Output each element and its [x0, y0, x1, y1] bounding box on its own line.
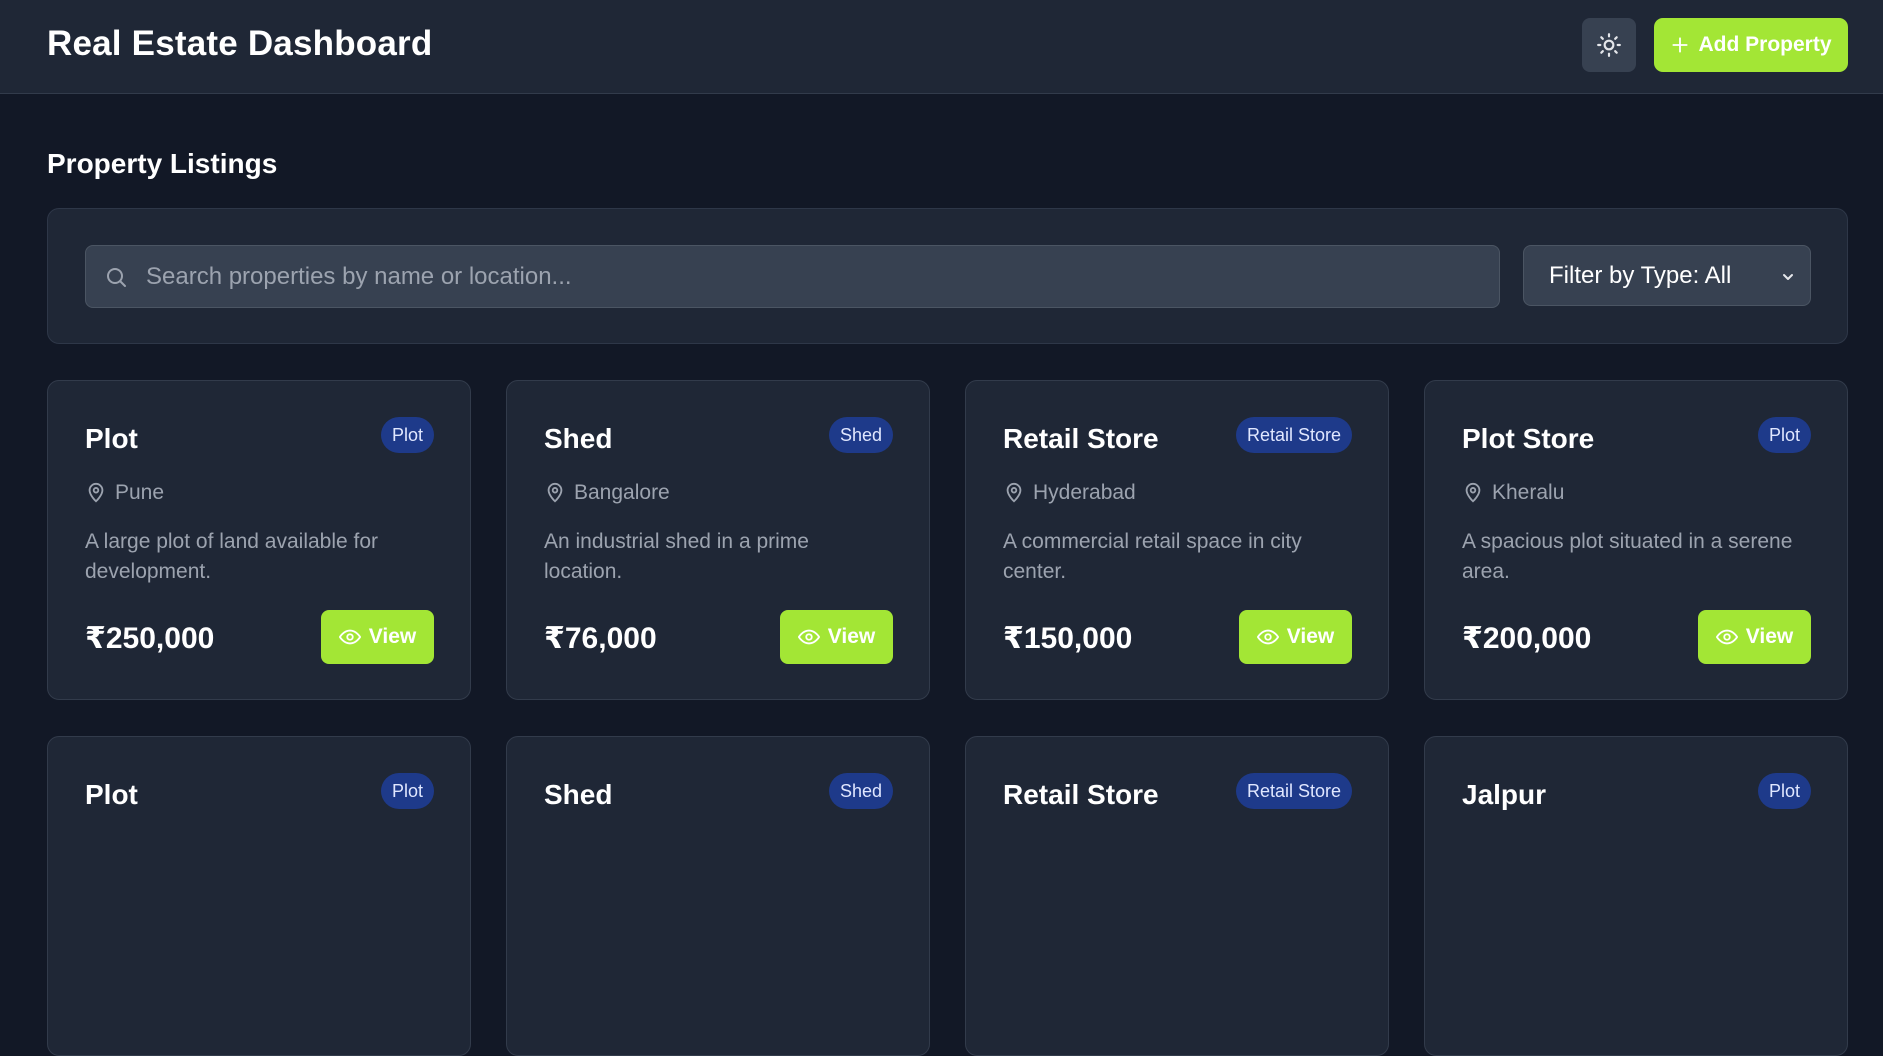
type-filter-select[interactable]: Filter by Type: All	[1523, 245, 1811, 306]
search-icon	[107, 268, 126, 287]
type-badge: Plot	[1757, 417, 1811, 453]
eye-icon	[1256, 629, 1279, 645]
map-pin-icon	[88, 482, 104, 503]
location-text: Pune	[115, 481, 165, 504]
search-box[interactable]	[85, 245, 1500, 308]
property-description: A commercial retail space in city center…	[1003, 530, 1302, 583]
location-text: Bangalore	[574, 481, 670, 504]
property-title: Retail Store	[1003, 779, 1159, 810]
add-property-button[interactable]: Add Property	[1654, 18, 1848, 72]
type-filter-value: Filter by Type: All	[1549, 261, 1732, 289]
property-description: A large plot of land available for devel…	[85, 530, 379, 583]
view-label: View	[368, 625, 417, 648]
view-label: View	[827, 625, 876, 648]
property-title: Shed	[544, 423, 613, 454]
section-title: Property Listings	[47, 148, 278, 179]
app-title: Real Estate Dashboard	[47, 24, 433, 63]
property-price: ₹200,000	[1462, 622, 1592, 655]
location-text: Hyderabad	[1033, 481, 1136, 504]
property-location: Hyderabad	[1003, 481, 1136, 505]
eye-icon	[797, 629, 820, 645]
property-title: Plot	[85, 779, 138, 810]
eye-icon	[338, 629, 361, 645]
eye-icon	[1715, 629, 1738, 645]
type-badge: Retail Store	[1235, 773, 1352, 809]
view-label: View	[1745, 625, 1794, 648]
view-button[interactable]: View	[321, 610, 434, 664]
property-location: Bangalore	[544, 481, 670, 505]
property-title: Jalpur	[1462, 779, 1547, 810]
view-label: View	[1286, 625, 1335, 648]
map-pin-icon	[1465, 482, 1481, 503]
view-button[interactable]: View	[1239, 610, 1352, 664]
type-badge: Plot	[380, 773, 434, 809]
add-property-label: Add Property	[1698, 33, 1832, 56]
property-title: Plot	[85, 423, 138, 454]
property-location: Pune	[85, 481, 164, 505]
property-description: A spacious plot situated in a serene are…	[1462, 530, 1793, 583]
property-card: Retail Store Retail Store	[965, 736, 1389, 1056]
property-card: Plot Plot	[47, 736, 471, 1056]
sun-icon	[1597, 33, 1621, 57]
view-button[interactable]: View	[780, 610, 893, 664]
property-card: Shed Shed	[506, 736, 930, 1056]
property-card: Shed Shed Bangalore An industrial shed i…	[506, 380, 930, 700]
type-badge: Plot	[380, 417, 434, 453]
property-card: Plot Store Plot Kheralu A spacious plot …	[1424, 380, 1848, 700]
property-title: Plot Store	[1462, 423, 1595, 454]
view-button[interactable]: View	[1698, 610, 1811, 664]
property-card: Plot Plot Pune A large plot of land avai…	[47, 380, 471, 700]
map-pin-icon	[1006, 482, 1022, 503]
filter-panel: Filter by Type: All	[47, 208, 1848, 344]
type-badge: Shed	[828, 773, 893, 809]
location-text: Kheralu	[1492, 481, 1565, 504]
chevron-down-icon	[1783, 274, 1793, 280]
property-card: Jalpur Plot	[1424, 736, 1848, 1056]
property-card: Retail Store Retail Store Hyderabad A co…	[965, 380, 1389, 700]
property-price: ₹150,000	[1003, 622, 1133, 655]
top-bar: Real Estate Dashboard Add Property	[0, 0, 1883, 94]
type-badge: Plot	[1757, 773, 1811, 809]
property-price: ₹250,000	[85, 622, 215, 655]
type-badge: Retail Store	[1235, 417, 1352, 453]
property-price: ₹76,000	[544, 622, 657, 655]
plus-icon	[1672, 37, 1689, 53]
property-title: Retail Store	[1003, 423, 1159, 454]
property-description: An industrial shed in a prime location.	[544, 530, 809, 583]
map-pin-icon	[547, 482, 563, 503]
search-input[interactable]	[146, 246, 1486, 307]
theme-toggle-button[interactable]	[1582, 18, 1636, 72]
property-title: Shed	[544, 779, 613, 810]
property-location: Kheralu	[1462, 481, 1564, 505]
type-badge: Shed	[828, 417, 893, 453]
